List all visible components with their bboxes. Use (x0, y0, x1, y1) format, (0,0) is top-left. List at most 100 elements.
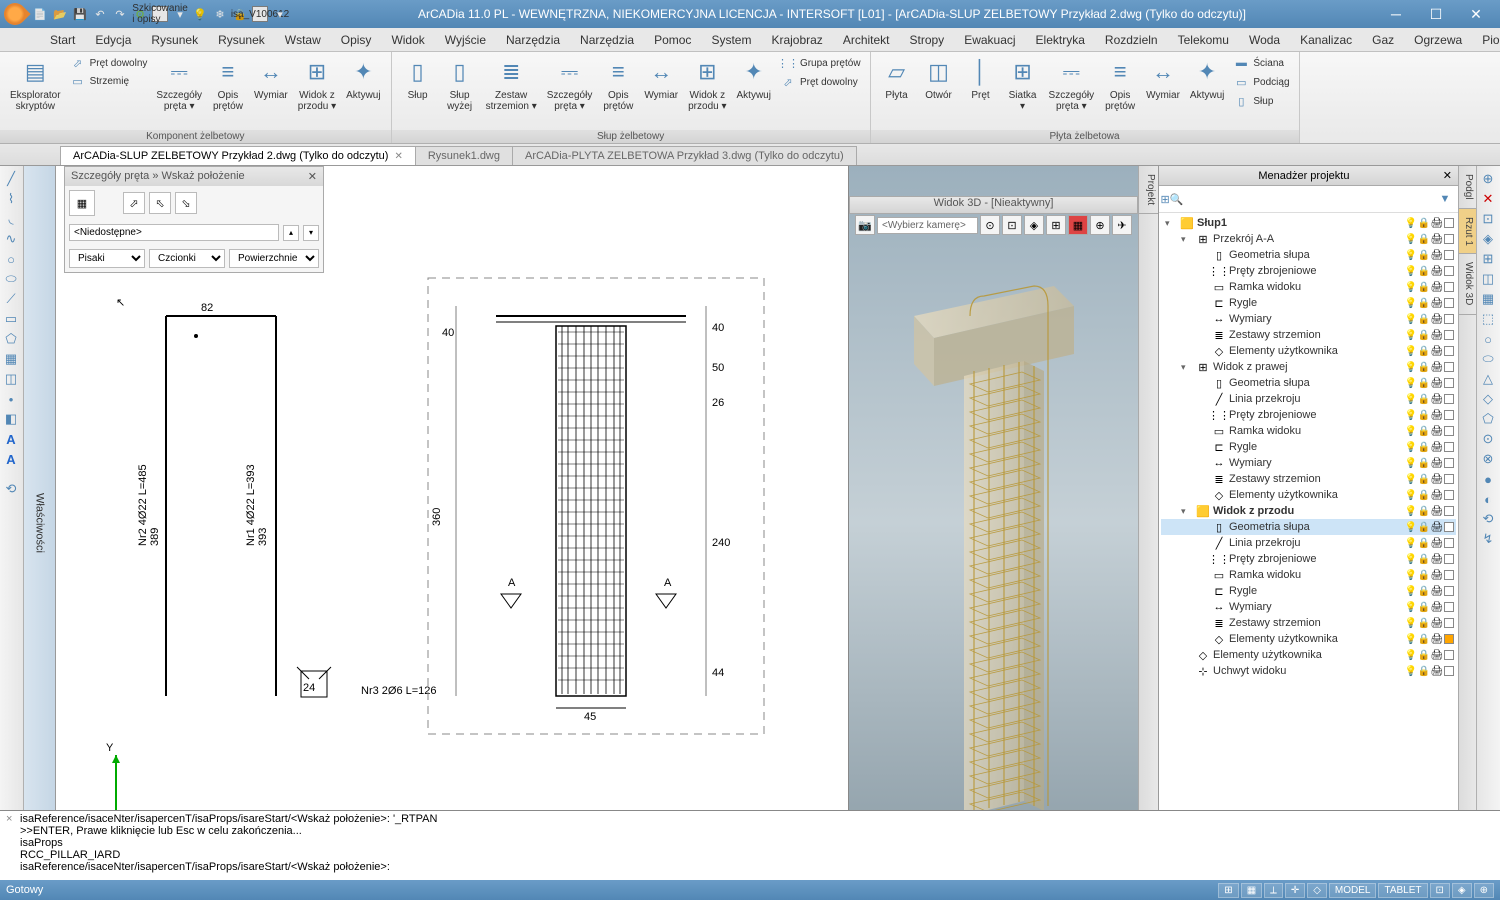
lock-icon[interactable]: 🔒 (1418, 409, 1430, 421)
qat-save-icon[interactable]: 💾 (72, 6, 88, 22)
color-icon[interactable] (1444, 474, 1454, 484)
lock-icon[interactable]: 🔒 (1418, 537, 1430, 549)
ribbon-szczegóły[interactable]: ⎓Szczegółypręta ▾ (152, 54, 206, 114)
print-icon[interactable]: 🖨 (1431, 521, 1443, 533)
ribbon-aktywuj[interactable]: ✦Aktywuj (733, 54, 775, 103)
color-icon[interactable] (1444, 506, 1454, 516)
bulb-icon[interactable]: 💡 (1405, 537, 1417, 549)
view3d-cam-icon[interactable]: 📷 (855, 215, 875, 235)
pm-tool1-icon[interactable]: ⊞ (1161, 189, 1170, 209)
color-icon[interactable] (1444, 522, 1454, 532)
view3d-btn5-icon[interactable]: ▦ (1068, 215, 1088, 235)
tree-node[interactable]: ↔Wymiary💡🔒🖨 (1161, 455, 1456, 471)
rtool-5-icon[interactable]: ⊞ (1479, 250, 1497, 268)
print-icon[interactable]: 🖨 (1431, 665, 1443, 677)
menutab-krajobraz[interactable]: Krajobraz (761, 29, 832, 51)
bulb-icon[interactable]: 💡 (1405, 297, 1417, 309)
tree-node[interactable]: ⊹Uchwyt widoku💡🔒🖨 (1161, 663, 1456, 679)
ribbon-grupa-prętów[interactable]: ⋮⋮Grupa prętów (777, 54, 864, 72)
print-icon[interactable]: 🖨 (1431, 297, 1443, 309)
ribbon-wymiar[interactable]: ↔Wymiar (640, 54, 682, 103)
status-misc1-icon[interactable]: ⊡ (1430, 883, 1450, 898)
print-icon[interactable]: 🖨 (1431, 217, 1443, 229)
panel-btn-3-icon[interactable]: ⬂ (175, 192, 197, 214)
lock-icon[interactable]: 🔒 (1418, 553, 1430, 565)
tool-curve-icon[interactable]: ⟋ (2, 290, 20, 308)
tab-podglad[interactable]: Podgl (1459, 166, 1476, 209)
status-osnap-icon[interactable]: ◇ (1307, 883, 1327, 898)
menutab-wstaw[interactable]: Wstaw (275, 29, 331, 51)
bulb-icon[interactable]: 💡 (1405, 585, 1417, 597)
panel-close-icon[interactable]: ✕ (308, 170, 317, 183)
color-icon[interactable] (1444, 602, 1454, 612)
tree-node[interactable]: ↔Wymiary💡🔒🖨 (1161, 599, 1456, 615)
doctab[interactable]: ArCADia-SLUP ZELBETOWY Przykład 2.dwg (T… (60, 146, 416, 165)
tree-node[interactable]: ≣Zestawy strzemion💡🔒🖨 (1161, 615, 1456, 631)
bulb-icon[interactable]: 💡 (1405, 473, 1417, 485)
qat-combo-sketch[interactable]: Szkicowanie i opisy (152, 6, 168, 22)
print-icon[interactable]: 🖨 (1431, 265, 1443, 277)
print-icon[interactable]: 🖨 (1431, 537, 1443, 549)
lock-icon[interactable]: 🔒 (1418, 265, 1430, 277)
color-icon[interactable] (1444, 410, 1454, 420)
panel-dd-czcionki[interactable]: Czcionki (149, 249, 225, 268)
tree-node[interactable]: ▾⊞Przekrój A-A💡🔒🖨 (1161, 231, 1456, 247)
tree-node[interactable]: ↔Wymiary💡🔒🖨 (1161, 311, 1456, 327)
doctab[interactable]: ArCADia-PLYTA ZELBETOWA Przykład 3.dwg (… (512, 146, 857, 165)
lock-icon[interactable]: 🔒 (1418, 233, 1430, 245)
menutab-start[interactable]: Start (40, 29, 85, 51)
menutab-narzędzia[interactable]: Narzędzia (570, 29, 644, 51)
color-icon[interactable] (1444, 282, 1454, 292)
print-icon[interactable]: 🖨 (1431, 409, 1443, 421)
lock-icon[interactable]: 🔒 (1418, 521, 1430, 533)
qat-new-icon[interactable]: 📄 (32, 6, 48, 22)
rtool-2-icon[interactable]: ✕ (1479, 190, 1497, 208)
ribbon-pręt-dowolny[interactable]: ⬀Pręt dowolny (777, 73, 864, 91)
status-grid-icon[interactable]: ▦ (1241, 883, 1262, 898)
tree-node[interactable]: ▭Ramka widoku💡🔒🖨 (1161, 567, 1456, 583)
tree-node[interactable]: ▾🟨Widok z przodu💡🔒🖨 (1161, 503, 1456, 519)
bulb-icon[interactable]: 💡 (1405, 617, 1417, 629)
tool-arc-icon[interactable]: ◟ (2, 210, 20, 228)
bulb-icon[interactable]: 💡 (1405, 281, 1417, 293)
print-icon[interactable]: 🖨 (1431, 249, 1443, 261)
ribbon-opis-prętów[interactable]: ≡Opisprętów (598, 54, 638, 114)
projmgr-close-icon[interactable]: ✕ (1443, 169, 1452, 182)
color-icon[interactable] (1444, 554, 1454, 564)
doctab[interactable]: Rysunek1.dwg (415, 146, 513, 165)
doctab-close-icon[interactable]: ✕ (394, 151, 402, 162)
lock-icon[interactable]: 🔒 (1418, 393, 1430, 405)
lock-icon[interactable]: 🔒 (1418, 297, 1430, 309)
tree-node[interactable]: ╱Linia przekroju💡🔒🖨 (1161, 535, 1456, 551)
lock-icon[interactable]: 🔒 (1418, 249, 1430, 261)
menutab-woda[interactable]: Woda (1239, 29, 1290, 51)
tab-rzut1[interactable]: Rzut 1 (1459, 209, 1476, 255)
print-icon[interactable]: 🖨 (1431, 377, 1443, 389)
bulb-icon[interactable]: 💡 (1405, 265, 1417, 277)
ribbon-opis-prętów[interactable]: ≡Opisprętów (1100, 54, 1140, 114)
minimize-button[interactable]: ─ (1376, 1, 1416, 27)
ribbon-słup[interactable]: ▯Słup (398, 54, 438, 103)
lock-icon[interactable]: 🔒 (1418, 489, 1430, 501)
bulb-icon[interactable]: 💡 (1405, 441, 1417, 453)
print-icon[interactable]: 🖨 (1431, 617, 1443, 629)
view3d-btn2-icon[interactable]: ⊡ (1002, 215, 1022, 235)
color-icon[interactable] (1444, 346, 1454, 356)
rtool-17-icon[interactable]: ◐ (1479, 490, 1497, 508)
lock-icon[interactable]: 🔒 (1418, 313, 1430, 325)
print-icon[interactable]: 🖨 (1431, 345, 1443, 357)
tree-node[interactable]: ▯Geometria słupa💡🔒🖨 (1161, 375, 1456, 391)
print-icon[interactable]: 🖨 (1431, 505, 1443, 517)
bulb-icon[interactable]: 💡 (1405, 345, 1417, 357)
ribbon-słup[interactable]: ▯Słup (1230, 92, 1292, 110)
ribbon-podciąg[interactable]: ▭Podciąg (1230, 73, 1292, 91)
status-misc2-icon[interactable]: ◈ (1452, 883, 1472, 898)
cmdline-close-icon[interactable]: × (6, 813, 20, 878)
tree-node[interactable]: ⋮⋮Pręty zbrojeniowe💡🔒🖨 (1161, 407, 1456, 423)
bulb-icon[interactable]: 💡 (1405, 489, 1417, 501)
lock-icon[interactable]: 🔒 (1418, 505, 1430, 517)
status-tablet-button[interactable]: TABLET (1378, 883, 1427, 898)
rtool-15-icon[interactable]: ⊗ (1479, 450, 1497, 468)
bulb-icon[interactable]: 💡 (1405, 633, 1417, 645)
lock-icon[interactable]: 🔒 (1418, 329, 1430, 341)
